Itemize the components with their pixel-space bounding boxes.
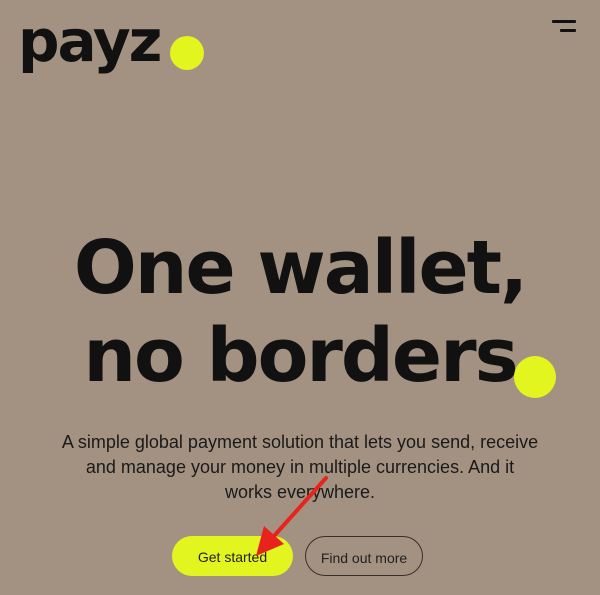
headline-dot-icon — [514, 356, 556, 398]
get-started-button[interactable]: Get started — [172, 536, 293, 576]
menu-icon — [552, 20, 576, 23]
hero-headline: One wallet, no borders — [0, 224, 600, 400]
payz-logo[interactable]: payz — [18, 6, 162, 76]
find-out-more-button[interactable]: Find out more — [305, 536, 423, 576]
menu-icon-bar — [560, 29, 576, 32]
headline-line-2: no borders — [83, 313, 518, 399]
cta-row: Get started Find out more — [0, 536, 600, 578]
menu-button[interactable] — [546, 18, 580, 42]
logo-dot-icon — [170, 36, 204, 70]
site-header: payz — [0, 0, 600, 90]
headline-line-1: One wallet, — [73, 225, 528, 311]
hero-subtitle: A simple global payment solution that le… — [61, 432, 539, 502]
